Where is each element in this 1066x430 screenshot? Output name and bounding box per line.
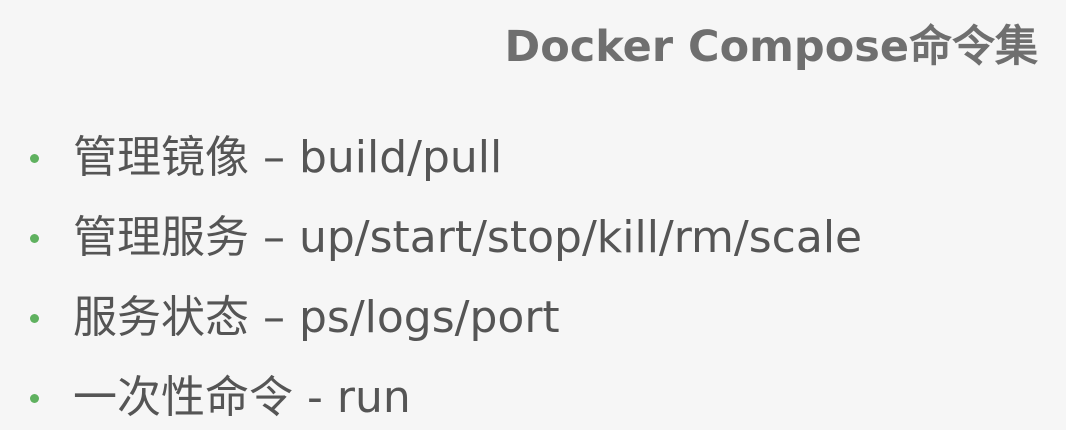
bullet-item: 一次性命令 - run: [30, 358, 862, 430]
bullet-text: 服务状态 – ps/logs/port: [73, 292, 560, 343]
bullet-text: 一次性命令 - run: [73, 372, 411, 423]
slide-title: Docker Compose命令集: [504, 22, 1039, 72]
bullet-item: 管理镜像 – build/pull: [30, 118, 862, 198]
bullet-dot-icon: [30, 393, 39, 403]
bullet-dot-icon: [30, 233, 39, 243]
bullet-list: 管理镜像 – build/pull 管理服务 – up/start/stop/k…: [30, 118, 862, 430]
bullet-item: 管理服务 – up/start/stop/kill/rm/scale: [30, 198, 862, 278]
bullet-text: 管理镜像 – build/pull: [73, 132, 503, 183]
bullet-dot-icon: [30, 313, 39, 323]
bullet-text: 管理服务 – up/start/stop/kill/rm/scale: [73, 212, 863, 263]
slide: Docker Compose命令集 管理镜像 – build/pull 管理服务…: [0, 0, 1066, 430]
bullet-item: 服务状态 – ps/logs/port: [30, 278, 862, 358]
bullet-dot-icon: [30, 153, 39, 163]
